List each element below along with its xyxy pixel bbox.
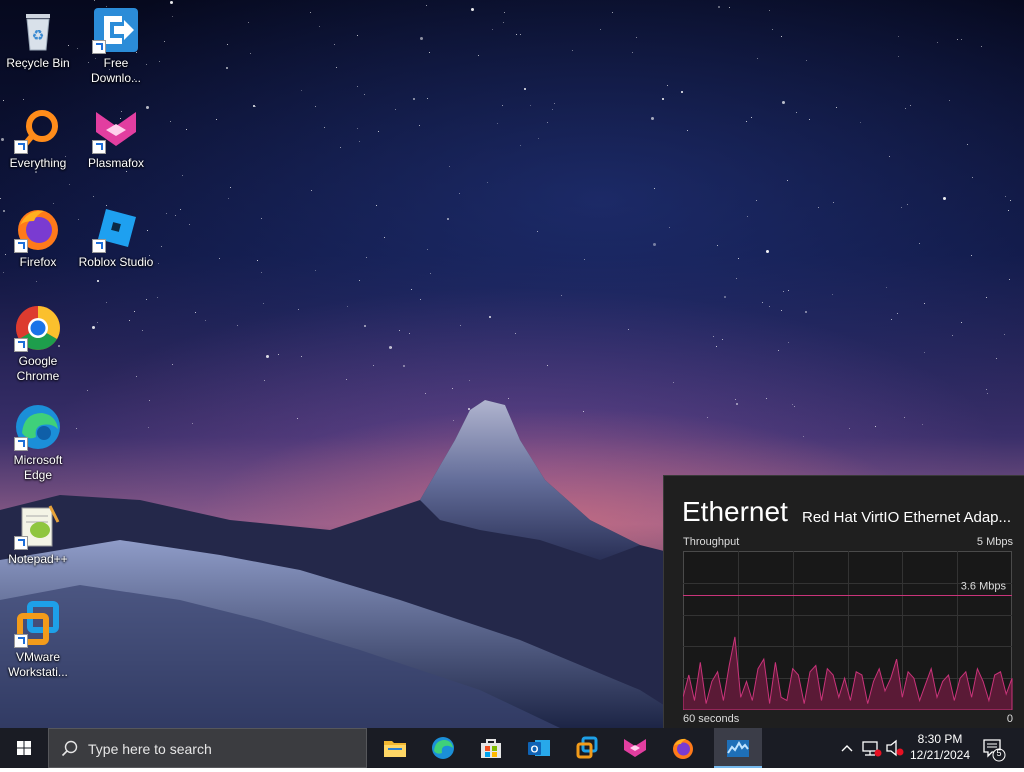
taskbar-app-vmware[interactable] [563, 728, 611, 768]
plasmafox-icon [624, 739, 646, 757]
svg-text:♻: ♻ [32, 28, 45, 44]
chevron-up-icon [841, 745, 853, 752]
icon-label: Everything [9, 156, 67, 170]
icon-label: Notepad++ [8, 552, 68, 566]
edge-icon [14, 403, 62, 451]
vmware-icon [14, 600, 62, 648]
notification-center-button[interactable]: 5 [978, 728, 1008, 768]
taskbar-app-plasmafox[interactable] [611, 728, 659, 768]
roblox-studio-icon [92, 205, 140, 253]
icon-label: Firefox [19, 255, 57, 269]
taskbar-app-edge[interactable] [419, 728, 467, 768]
widget-title: Ethernet [682, 496, 788, 527]
everything-search-icon [14, 106, 62, 154]
icon-label: Plasmafox [87, 156, 145, 170]
show-hidden-icons-button[interactable] [838, 728, 856, 768]
chrome-icon [14, 304, 62, 352]
icon-label: Recycle Bin [6, 56, 70, 70]
max-throughput-label: 5 Mbps [976, 536, 1013, 548]
adapter-name: Red Hat VirtIO Ethernet Adap... [802, 509, 1012, 526]
taskbar-app-file-explorer[interactable] [371, 728, 419, 768]
throughput-cap-label: 3.6 Mbps [961, 581, 1007, 593]
taskbar-search-box[interactable]: Type here to search [48, 728, 367, 768]
icon-label: Roblox Studio [78, 255, 154, 269]
throughput-label: Throughput [683, 536, 740, 548]
firefox-icon [673, 738, 693, 759]
task-manager-icon [727, 740, 749, 757]
ethernet-performance-widget[interactable]: Ethernet Red Hat VirtIO Ethernet Adap...… [663, 475, 1024, 728]
icon-label: Microsoft Edge [13, 453, 63, 482]
desktop-icon-free-download[interactable]: Free Downlo... [78, 6, 154, 86]
outlook-icon: O [528, 740, 550, 756]
icon-label: Google Chrome [16, 354, 60, 383]
clock-time: 8:30 PM [917, 732, 963, 746]
start-button[interactable] [0, 728, 48, 768]
taskbar-app-outlook[interactable]: O [515, 728, 563, 768]
desktop-icon-microsoft-edge[interactable]: Microsoft Edge [0, 403, 76, 483]
desktop-icon-roblox-studio[interactable]: Roblox Studio [78, 205, 154, 270]
desktop-icon-plasmafox[interactable]: Plasmafox [78, 106, 154, 171]
network-status-button[interactable] [860, 728, 884, 768]
throughput-graph: 3.6 Mbps [683, 551, 1013, 710]
plasmafox-icon [92, 106, 140, 154]
microsoft-store-icon [481, 739, 501, 758]
taskbar-app-microsoft-store[interactable] [467, 728, 515, 768]
icon-label: Free Downlo... [90, 56, 142, 85]
taskbar-clock[interactable]: 8:30 PM 12/21/2024 [905, 731, 975, 763]
notepad-plus-plus-icon [14, 502, 62, 550]
notification-count-badge: 5 [996, 748, 1002, 758]
free-download-manager-icon [92, 6, 140, 54]
taskbar-app-firefox[interactable] [659, 728, 707, 768]
file-explorer-icon [384, 741, 406, 757]
desktop-icon-vmware-workstation[interactable]: VMware Workstati... [0, 600, 76, 680]
volume-button[interactable] [884, 728, 906, 768]
min-throughput-label: 0 [1006, 713, 1013, 725]
time-window-label: 60 seconds [683, 713, 740, 725]
firefox-icon [14, 205, 62, 253]
clock-date: 12/21/2024 [909, 748, 971, 762]
windows-logo-icon [17, 741, 31, 755]
vmware-icon [576, 736, 598, 759]
desktop-icon-notepad-plus-plus[interactable]: Notepad++ [0, 502, 76, 567]
network-disconnected-icon [862, 741, 882, 757]
search-icon [61, 740, 78, 757]
desktop-icon-everything[interactable]: Everything [0, 106, 76, 171]
taskbar-app-task-manager[interactable] [714, 728, 762, 768]
speaker-muted-icon [886, 739, 904, 757]
desktop-background: ♻ Recycle Bin Free Downlo... Everything … [0, 0, 1024, 728]
svg-text:O: O [531, 745, 539, 756]
search-placeholder: Type here to search [88, 741, 212, 757]
taskbar: Type here to search O 8:30 PM 12/21/2024 [0, 728, 1024, 768]
desktop-icon-recycle-bin[interactable]: ♻ Recycle Bin [0, 6, 76, 71]
desktop-icon-google-chrome[interactable]: Google Chrome [0, 304, 76, 384]
edge-icon [432, 737, 454, 759]
icon-label: VMware Workstati... [8, 650, 68, 679]
recycle-bin-icon: ♻ [14, 6, 62, 54]
desktop-icon-firefox[interactable]: Firefox [0, 205, 76, 270]
